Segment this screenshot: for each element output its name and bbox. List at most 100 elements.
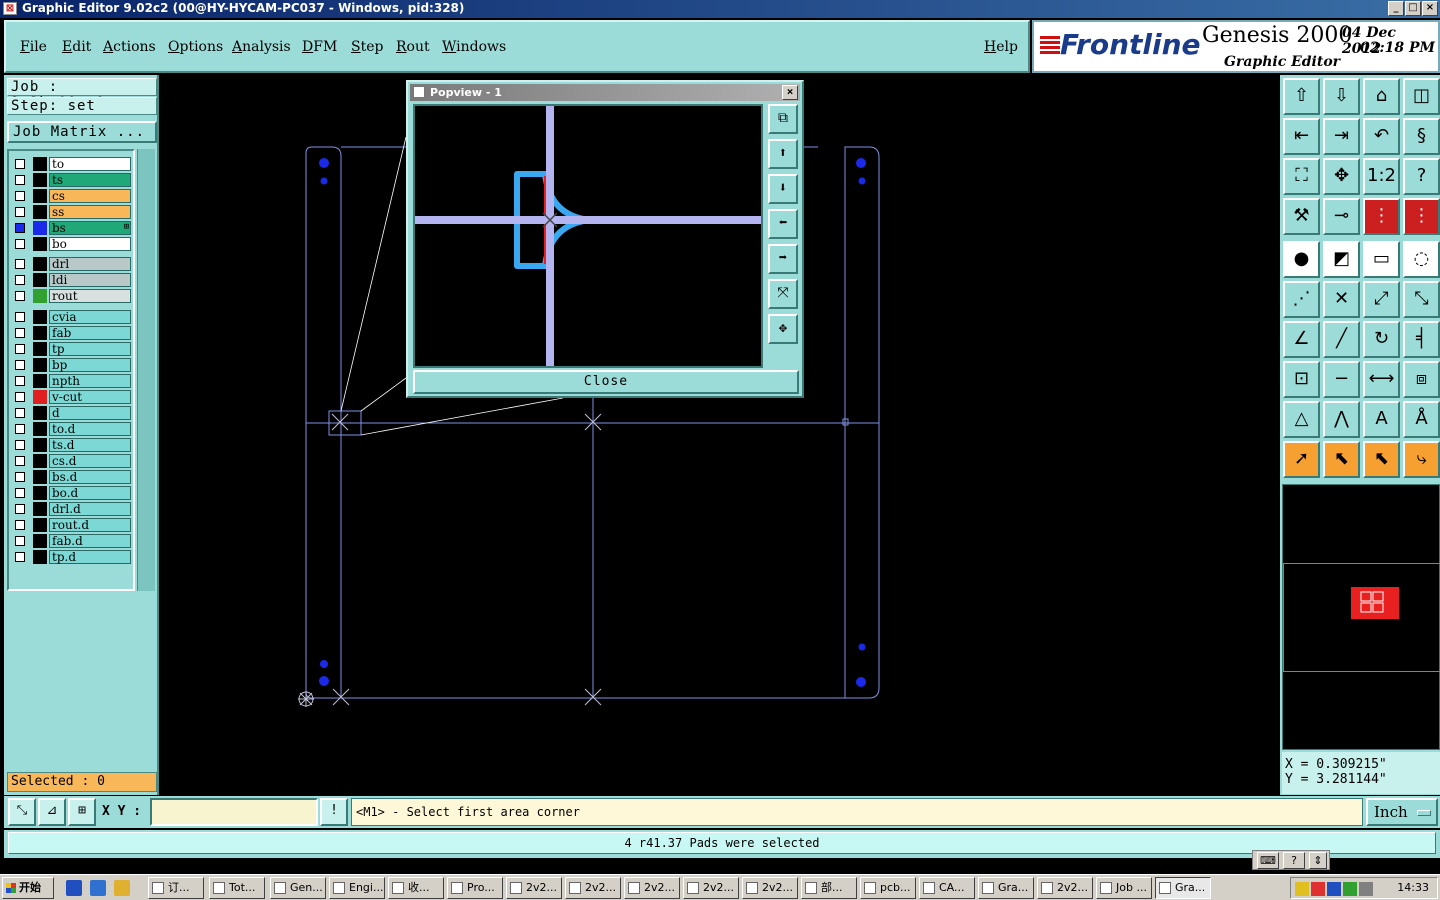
layer-checkbox[interactable] xyxy=(15,552,25,562)
layer-color-swatch[interactable] xyxy=(33,173,47,187)
layer-color-swatch[interactable] xyxy=(33,310,47,324)
layer-name[interactable]: ts.d xyxy=(49,438,131,452)
layer-name[interactable]: bs.d xyxy=(49,470,131,484)
move-pad-icon[interactable]: ⤢ xyxy=(1363,281,1400,318)
dimension-icon[interactable]: ⟷ xyxy=(1363,361,1400,398)
layer-checkbox[interactable] xyxy=(15,504,25,514)
layer-color-swatch[interactable] xyxy=(33,289,47,303)
layer-checkbox[interactable] xyxy=(15,536,25,546)
tray-network-icon[interactable] xyxy=(1359,882,1373,896)
menu-dfm[interactable]: DFM xyxy=(302,39,337,55)
layer-row[interactable]: bs ⊞ xyxy=(11,221,131,235)
layer-checkbox[interactable] xyxy=(15,376,25,386)
layer-checkbox[interactable] xyxy=(15,275,25,285)
layer-list-scrollbar[interactable] xyxy=(137,149,155,591)
layer-name[interactable]: to xyxy=(49,157,131,171)
taskbar-item[interactable]: 2v2... xyxy=(1037,877,1093,899)
undo-view-icon[interactable]: ↶ xyxy=(1363,118,1400,155)
layer-checkbox[interactable] xyxy=(15,424,25,434)
taskbar-item[interactable]: Pro... xyxy=(447,877,503,899)
layer-row[interactable]: d xyxy=(11,406,131,420)
taskbar-item[interactable]: Engi... xyxy=(329,877,385,899)
layer-name[interactable]: to.d xyxy=(49,422,131,436)
layer-color-swatch[interactable] xyxy=(33,189,47,203)
layer-row[interactable]: cs.d xyxy=(11,454,131,468)
overview-map[interactable] xyxy=(1282,484,1440,750)
layer-row[interactable]: ss xyxy=(11,205,131,219)
triangle-mark-icon[interactable]: Å xyxy=(1403,401,1440,438)
cross-icon[interactable]: ✕ xyxy=(1323,281,1360,318)
popview-pan-down-icon[interactable]: ⬇ xyxy=(768,174,798,204)
taskbar-item[interactable]: 收... xyxy=(388,877,444,899)
layer-name[interactable]: cs xyxy=(49,189,131,203)
measure-icon[interactable]: ⚒ xyxy=(1283,198,1320,235)
layer-name[interactable]: bs xyxy=(49,221,131,235)
taskbar-item[interactable]: 2v2... xyxy=(742,877,798,899)
grid-snap-icon[interactable]: ⊿ xyxy=(38,798,66,826)
save-layer-icon[interactable]: ⇩ xyxy=(1323,78,1360,115)
layer-color-swatch[interactable] xyxy=(33,502,47,516)
line-angle-icon[interactable]: ∠ xyxy=(1283,321,1320,358)
layer-color-swatch[interactable] xyxy=(33,342,47,356)
layer-name[interactable]: v-cut xyxy=(49,390,131,404)
layer-row[interactable]: rout.d xyxy=(11,518,131,532)
zoom-home-icon[interactable]: ⛶ xyxy=(1283,158,1320,195)
layer-color-swatch[interactable] xyxy=(33,470,47,484)
layer-row[interactable]: cs xyxy=(11,189,131,203)
layer-name[interactable]: rout.d xyxy=(49,518,131,532)
taskbar-item[interactable]: Tot... xyxy=(209,877,265,899)
layer-checkbox[interactable] xyxy=(15,408,25,418)
menu-analysis[interactable]: Analysis xyxy=(232,39,291,55)
layer-name[interactable]: fab xyxy=(49,326,131,340)
layer-name[interactable]: cvia xyxy=(49,310,131,324)
popview-canvas[interactable] xyxy=(413,104,763,368)
layer-name[interactable]: bo xyxy=(49,237,131,251)
layer-row[interactable]: v-cut xyxy=(11,390,131,404)
layer-row[interactable]: ldi xyxy=(11,273,131,287)
query-icon[interactable]: ? xyxy=(1403,158,1440,195)
layer-checkbox[interactable] xyxy=(15,472,25,482)
select-net-icon[interactable]: ⤷ xyxy=(1403,441,1440,478)
layer-color-swatch[interactable] xyxy=(33,221,47,235)
help-icon[interactable]: ? xyxy=(1283,852,1305,869)
align-icon[interactable]: ╡ xyxy=(1403,321,1440,358)
triangle-fill-icon[interactable]: A xyxy=(1363,401,1400,438)
popview-close-button[interactable]: Close xyxy=(413,370,799,394)
popview-pan-left-icon[interactable]: ⬅ xyxy=(768,209,798,239)
taskbar-item[interactable]: pcb... xyxy=(860,877,916,899)
info-icon[interactable]: ! xyxy=(320,798,348,826)
menu-rout[interactable]: Rout xyxy=(396,39,430,55)
layer-row[interactable]: bp xyxy=(11,358,131,372)
layer-align-icon[interactable]: ⋮ xyxy=(1403,198,1440,235)
keyboard-icon[interactable]: ⌨ xyxy=(1257,852,1279,869)
layer-row[interactable]: bo.d xyxy=(11,486,131,500)
layer-checkbox[interactable] xyxy=(15,392,25,402)
layer-row[interactable]: tp xyxy=(11,342,131,356)
layer-row[interactable]: tp.d xyxy=(11,550,131,564)
layer-checkbox[interactable] xyxy=(15,207,25,217)
layer-row[interactable]: npth xyxy=(11,374,131,388)
layer-color-swatch[interactable] xyxy=(33,374,47,388)
job-matrix-button[interactable]: Job Matrix ... xyxy=(7,121,157,143)
taskbar-item[interactable]: 部... xyxy=(801,877,857,899)
menu-help[interactable]: Help xyxy=(984,39,1018,55)
layer-checkbox[interactable] xyxy=(15,488,25,498)
layer-name[interactable]: ts xyxy=(49,173,131,187)
quicklaunch-app-icon[interactable] xyxy=(114,880,130,896)
center-icon[interactable]: ⊞ xyxy=(68,798,96,826)
menu-actions[interactable]: Actions xyxy=(103,39,156,55)
layer-checkbox[interactable] xyxy=(15,360,25,370)
layer-name[interactable]: tp xyxy=(49,342,131,356)
popview-pan-right-icon[interactable]: ➡ xyxy=(768,244,798,274)
maximize-button[interactable]: □ xyxy=(1405,1,1421,16)
quicklaunch-desktop-icon[interactable] xyxy=(90,880,106,896)
taskbar-item[interactable]: CA... xyxy=(919,877,975,899)
layer-color-swatch[interactable] xyxy=(33,534,47,548)
layer-color-swatch[interactable] xyxy=(33,454,47,468)
layer-color-swatch[interactable] xyxy=(33,358,47,372)
layer-checkbox[interactable] xyxy=(15,223,25,233)
arc-icon[interactable]: ↻ xyxy=(1363,321,1400,358)
layer-row[interactable]: ts xyxy=(11,173,131,187)
layer-checkbox[interactable] xyxy=(15,344,25,354)
line-icon[interactable]: ╱ xyxy=(1323,321,1360,358)
